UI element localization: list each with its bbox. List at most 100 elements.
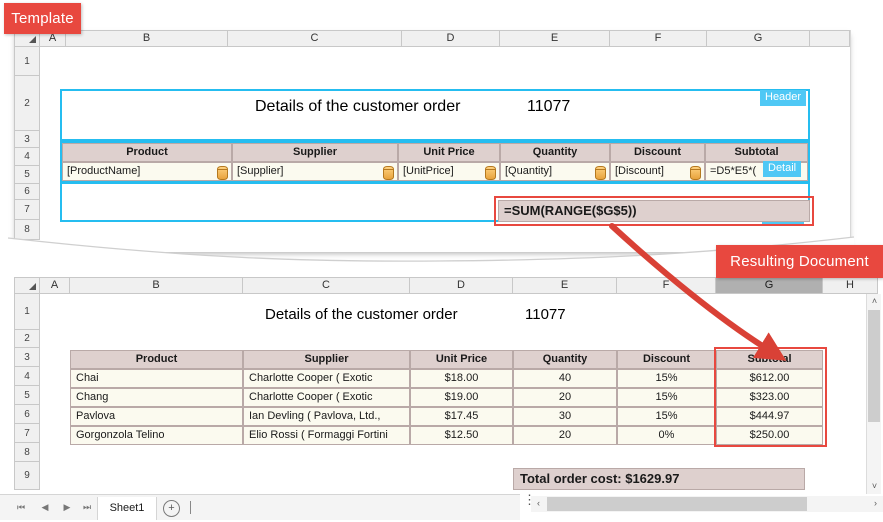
template-row-header-7[interactable]: 7: [14, 200, 40, 220]
result-row-header-6[interactable]: 6: [14, 405, 40, 424]
result-cell-r1-c5[interactable]: $323.00: [716, 388, 823, 407]
template-table-header-2: Unit Price: [398, 143, 500, 162]
template-column-header-G[interactable]: G: [707, 30, 810, 47]
header-band-tag[interactable]: Header: [760, 90, 807, 106]
previous-sheet-button[interactable]: ◀: [36, 500, 54, 515]
add-sheet-icon[interactable]: +: [163, 500, 180, 517]
result-column-header-A[interactable]: A: [40, 277, 70, 294]
next-sheet-button[interactable]: ▶: [58, 500, 76, 515]
template-row-header-1[interactable]: 1: [14, 47, 40, 76]
template-column-header-F[interactable]: F: [610, 30, 707, 47]
result-table-header-0: Product: [70, 350, 243, 369]
result-cell-r0-c3[interactable]: 40: [513, 369, 617, 388]
result-cell-r3-c5[interactable]: $250.00: [716, 426, 823, 445]
result-cell-r1-c4[interactable]: 15%: [617, 388, 716, 407]
template-row-header-4[interactable]: 4: [14, 148, 40, 166]
template-detail-cell-4[interactable]: [Discount]: [610, 162, 705, 181]
template-table-header-5: Subtotal: [705, 143, 808, 162]
template-row-header-5[interactable]: 5: [14, 166, 40, 184]
data-field-icon: [595, 166, 606, 180]
result-cell-r2-c4[interactable]: 15%: [617, 407, 716, 426]
result-cell-r3-c3[interactable]: 20: [513, 426, 617, 445]
result-row-header-2[interactable]: 2: [14, 330, 40, 348]
total-order-cost-cell[interactable]: Total order cost: $1629.97: [513, 468, 805, 490]
result-column-header-B[interactable]: B: [70, 277, 243, 294]
result-column-header-D[interactable]: D: [410, 277, 513, 294]
template-row-header-2[interactable]: 2: [14, 76, 40, 131]
result-cell-r1-c0[interactable]: Chang: [70, 388, 243, 407]
first-sheet-button[interactable]: ⏮: [12, 500, 30, 515]
result-column-header-E[interactable]: E: [513, 277, 617, 294]
scroll-right-icon[interactable]: ›: [868, 496, 883, 511]
sheet-tab-sheet1[interactable]: Sheet1: [97, 497, 157, 520]
result-cell-r1-c2[interactable]: $19.00: [410, 388, 513, 407]
scroll-up-icon[interactable]: ˄: [867, 294, 882, 309]
resulting-document-callout-label: Resulting Document: [716, 245, 883, 278]
split-handle-icon[interactable]: ⋮: [523, 493, 536, 515]
result-cell-r3-c4[interactable]: 0%: [617, 426, 716, 445]
vertical-scroll-thumb[interactable]: [868, 310, 880, 422]
tab-caret: [190, 501, 191, 514]
template-row-header-3[interactable]: 3: [14, 131, 40, 148]
data-field-icon: [383, 166, 394, 180]
result-row-header-7[interactable]: 7: [14, 424, 40, 443]
select-all-triangle-icon: [29, 283, 36, 290]
result-cell-r2-c5[interactable]: $444.97: [716, 407, 823, 426]
result-cell-r0-c1[interactable]: Charlotte Cooper ( Exotic: [243, 369, 410, 388]
result-row-header-9[interactable]: 9: [14, 462, 40, 490]
last-sheet-button[interactable]: ⏭: [78, 500, 96, 515]
result-select-all-corner[interactable]: [14, 277, 40, 294]
template-callout-label: Template: [4, 3, 81, 34]
result-row-header-3[interactable]: 3: [14, 348, 40, 367]
template-detail-cell-3[interactable]: [Quantity]: [500, 162, 610, 181]
scroll-down-icon[interactable]: ˅: [867, 479, 882, 494]
result-cell-r2-c0[interactable]: Pavlova: [70, 407, 243, 426]
template-row-header-6[interactable]: 6: [14, 184, 40, 200]
data-field-icon: [217, 166, 228, 180]
result-cell-r0-c5[interactable]: $612.00: [716, 369, 823, 388]
template-table-header-3: Quantity: [500, 143, 610, 162]
result-cell-r1-c1[interactable]: Charlotte Cooper ( Exotic: [243, 388, 410, 407]
template-detail-cell-1[interactable]: [Supplier]: [232, 162, 398, 181]
result-cell-r3-c0[interactable]: Gorgonzola Telino: [70, 426, 243, 445]
template-order-number: 11077: [527, 98, 571, 115]
template-table-header-1: Supplier: [232, 143, 398, 162]
result-order-number: 11077: [525, 306, 566, 323]
template-column-header-C[interactable]: C: [228, 30, 402, 47]
template-detail-cell-0[interactable]: [ProductName]: [62, 162, 232, 181]
template-table-header-4: Discount: [610, 143, 705, 162]
result-cell-r0-c2[interactable]: $18.00: [410, 369, 513, 388]
result-column-header-C[interactable]: C: [243, 277, 410, 294]
result-cell-r0-c4[interactable]: 15%: [617, 369, 716, 388]
sheet-tab-bar: ⏮ ◀ ▶ ⏭ Sheet1 +: [0, 494, 520, 520]
template-detail-cell-2[interactable]: [UnitPrice]: [398, 162, 500, 181]
result-horizontal-scrollbar[interactable]: ‹ ›: [531, 496, 883, 512]
result-table-header-3: Quantity: [513, 350, 617, 369]
template-table-header-0: Product: [62, 143, 232, 162]
template-column-header-extra[interactable]: [810, 30, 850, 47]
result-table-header-2: Unit Price: [410, 350, 513, 369]
result-cell-r0-c0[interactable]: Chai: [70, 369, 243, 388]
result-cell-r1-c3[interactable]: 20: [513, 388, 617, 407]
horizontal-scroll-thumb[interactable]: [547, 497, 807, 511]
template-column-header-B[interactable]: B: [66, 30, 228, 47]
data-field-icon: [485, 166, 496, 180]
template-column-header-D[interactable]: D: [402, 30, 500, 47]
template-title-text: Details of the customer order: [255, 98, 461, 115]
result-column-header-H[interactable]: H: [823, 277, 878, 294]
result-row-header-5[interactable]: 5: [14, 386, 40, 405]
detail-band-tag[interactable]: Detail: [763, 161, 802, 177]
result-cell-r2-c2[interactable]: $17.45: [410, 407, 513, 426]
result-column-header-F[interactable]: F: [617, 277, 716, 294]
result-column-header-G[interactable]: G: [716, 277, 823, 294]
result-row-header-4[interactable]: 4: [14, 367, 40, 386]
result-vertical-scrollbar[interactable]: ˄ ˅: [866, 294, 881, 494]
result-row-header-1[interactable]: 1: [14, 294, 40, 330]
template-column-header-E[interactable]: E: [500, 30, 610, 47]
result-row-header-8[interactable]: 8: [14, 443, 40, 462]
result-cell-r3-c1[interactable]: Elio Rossi ( Formaggi Fortini: [243, 426, 410, 445]
result-cell-r3-c2[interactable]: $12.50: [410, 426, 513, 445]
result-cell-r2-c1[interactable]: Ian Devling ( Pavlova, Ltd.,: [243, 407, 410, 426]
result-cell-r2-c3[interactable]: 30: [513, 407, 617, 426]
result-table-header-5: Subtotal: [716, 350, 823, 369]
